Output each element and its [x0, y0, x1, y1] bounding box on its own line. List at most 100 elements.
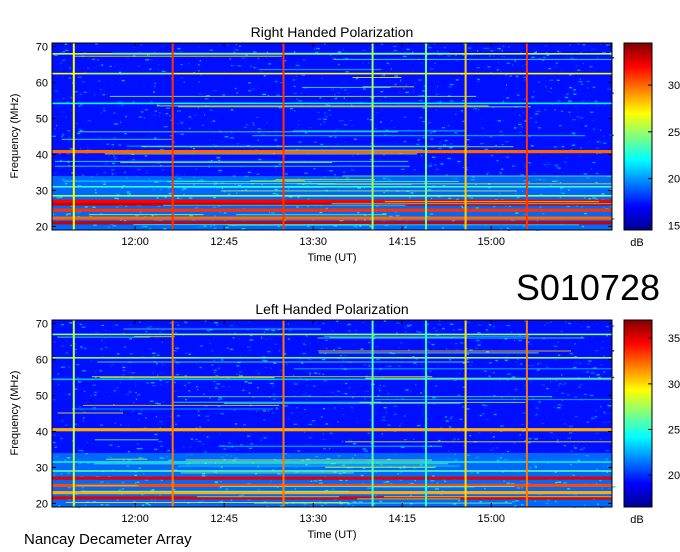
- noise-cell: [289, 415, 291, 418]
- noise-cell: [354, 329, 358, 332]
- noise-cell: [591, 417, 595, 420]
- noise-cell: [152, 385, 156, 387]
- noise-cell: [61, 366, 65, 368]
- noise-cell: [471, 54, 475, 57]
- noise-cell: [102, 94, 105, 96]
- noise-cell: [199, 71, 203, 73]
- noise-cell: [479, 341, 482, 343]
- noise-cell: [417, 117, 419, 119]
- noise-cell: [91, 58, 96, 61]
- noise-cell: [208, 166, 210, 168]
- noise-cell: [208, 128, 210, 130]
- noise-cell: [500, 425, 504, 427]
- noise-cell: [478, 432, 481, 434]
- noise-cell: [305, 398, 309, 401]
- noise-cell: [253, 124, 255, 126]
- noise-cell: [152, 352, 156, 354]
- noise-cell: [519, 434, 521, 436]
- noise-cell: [573, 339, 578, 341]
- noise-cell: [169, 143, 172, 145]
- noise-cell: [431, 324, 433, 326]
- noise-cell: [331, 330, 334, 332]
- noise-cell: [404, 331, 408, 333]
- noise-cell: [313, 121, 318, 123]
- noise-cell: [245, 124, 249, 126]
- noise-cell: [118, 144, 122, 146]
- noise-cell: [113, 390, 116, 392]
- noise-cell: [153, 87, 157, 90]
- noise-cell: [323, 118, 327, 120]
- noise-cell: [545, 85, 547, 88]
- noise-cell: [62, 154, 65, 157]
- noise-cell: [316, 47, 320, 50]
- noise-cell: [255, 116, 259, 118]
- noise-cell: [266, 351, 271, 353]
- noise-cell: [564, 96, 569, 99]
- noise-cell: [154, 82, 157, 85]
- noise-cell: [568, 111, 571, 113]
- noise-cell: [288, 406, 290, 409]
- noise-cell: [177, 110, 181, 112]
- noise-cell: [180, 63, 183, 66]
- noise-cell: [59, 62, 62, 64]
- noise-cell: [265, 338, 268, 341]
- noise-cell: [402, 55, 407, 58]
- noise-cell: [549, 79, 554, 81]
- noise-cell: [66, 111, 70, 114]
- noise-cell: [302, 129, 305, 131]
- noise-cell: [220, 359, 224, 361]
- noise-cell: [246, 435, 251, 437]
- noise-cell: [543, 56, 546, 59]
- noise-cell: [451, 406, 453, 408]
- noise-cell: [188, 390, 191, 392]
- noise-cell: [238, 424, 242, 427]
- noise-cell: [483, 370, 487, 372]
- noise-cell: [574, 343, 576, 345]
- noise-cell: [285, 173, 288, 175]
- noise-cell: [355, 421, 358, 423]
- noise-cell: [209, 49, 214, 51]
- noise-cell: [174, 321, 179, 324]
- noise-cell: [541, 422, 545, 424]
- noise-cell: [462, 100, 464, 102]
- noise-cell: [204, 451, 207, 453]
- noise-cell: [504, 338, 508, 340]
- noise-cell: [364, 398, 366, 401]
- noise-cell: [352, 443, 357, 445]
- noise-cell: [600, 339, 602, 341]
- noise-cell: [94, 394, 97, 396]
- noise-cell: [179, 50, 183, 53]
- noise-cell: [78, 105, 81, 107]
- noise-cell: [323, 121, 325, 123]
- noise-cell: [514, 361, 518, 363]
- noise-cell: [302, 136, 304, 138]
- noise-cell: [383, 154, 385, 156]
- noise-cell: [501, 144, 505, 146]
- noise-cell: [298, 124, 300, 126]
- noise-cell: [121, 104, 124, 106]
- noise-cell: [434, 62, 436, 64]
- noise-cell: [277, 84, 281, 87]
- noise-cell: [561, 399, 564, 402]
- narrowband-line: [342, 175, 612, 177]
- noise-cell: [427, 112, 431, 114]
- noise-cell: [453, 157, 457, 159]
- noise-cell: [533, 74, 535, 77]
- noise-cell: [153, 82, 155, 85]
- noise-cell: [433, 323, 435, 325]
- noise-cell: [80, 450, 84, 452]
- noise-cell: [295, 75, 298, 78]
- noise-cell: [277, 341, 282, 343]
- noise-cell: [237, 143, 239, 145]
- noise-cell: [459, 418, 463, 421]
- frequency-band: [52, 195, 612, 197]
- noise-cell: [591, 48, 595, 50]
- noise-cell: [512, 64, 514, 66]
- noise-cell: [107, 395, 111, 398]
- noise-cell: [297, 450, 301, 452]
- noise-cell: [546, 322, 550, 324]
- noise-cell: [200, 345, 204, 347]
- narrowband-line: [78, 131, 399, 133]
- noise-cell: [437, 101, 440, 103]
- noise-cell: [252, 397, 255, 399]
